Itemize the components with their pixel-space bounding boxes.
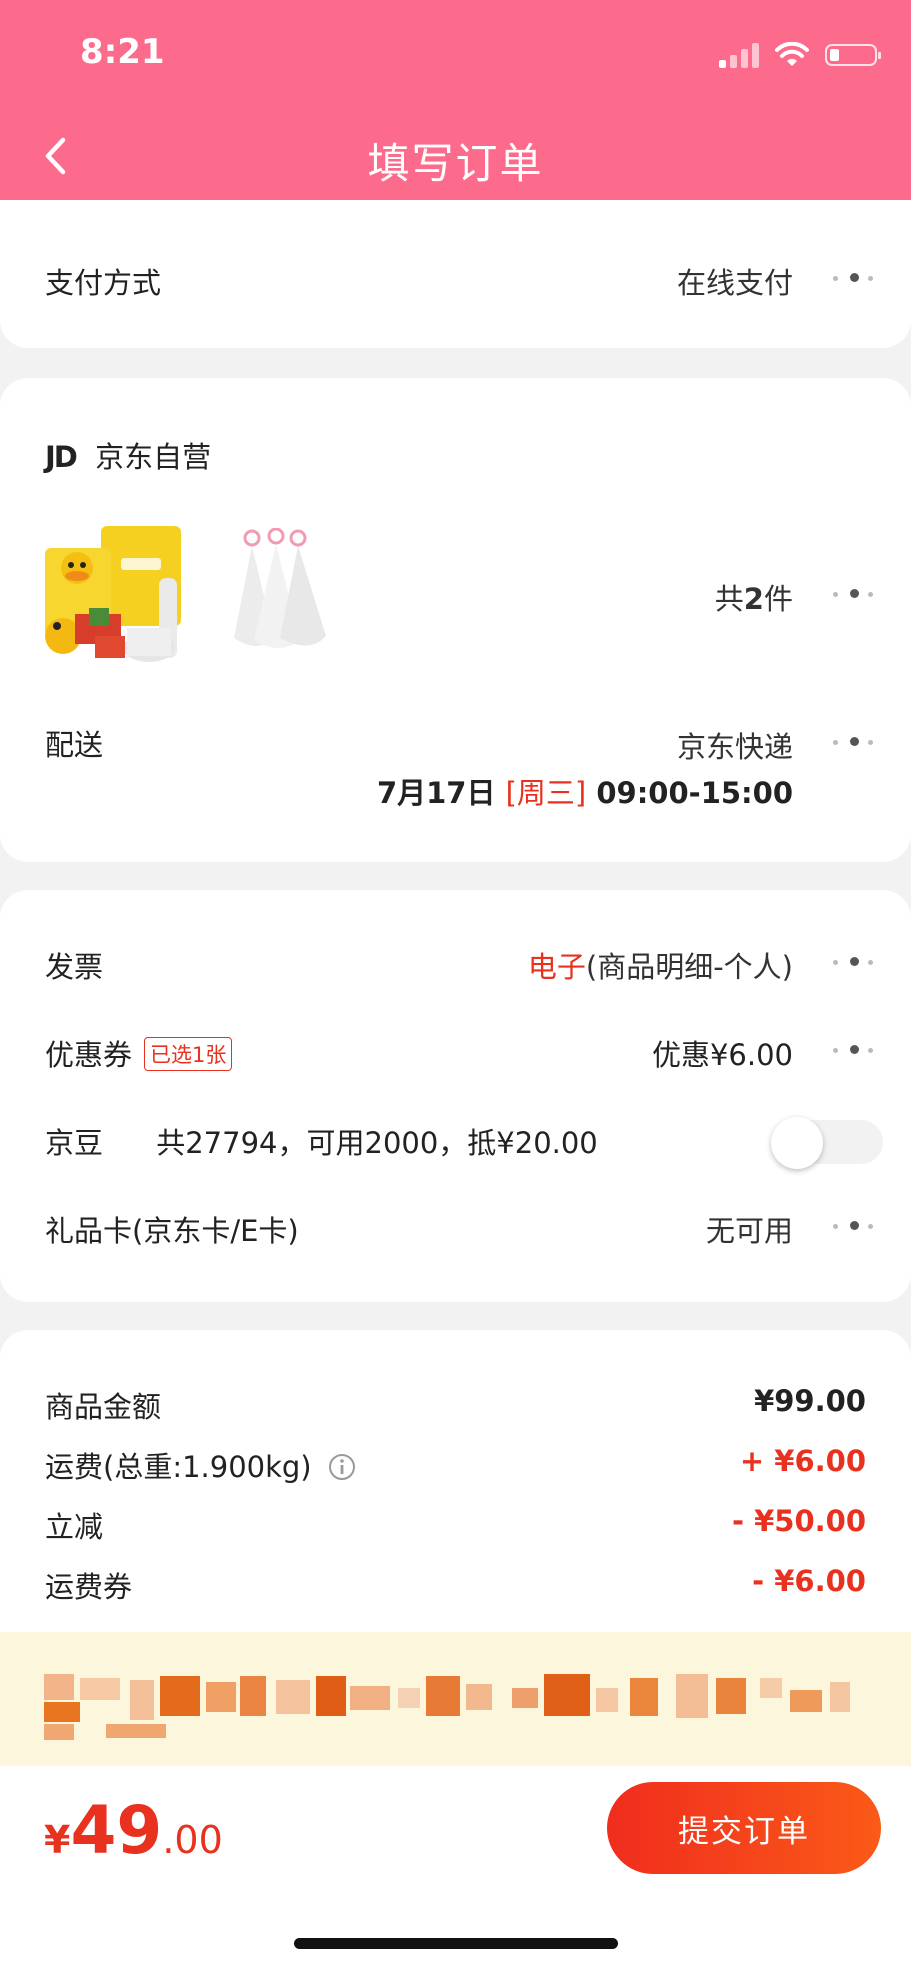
delivery-label: 配送 — [45, 728, 104, 762]
battery-icon — [825, 44, 881, 66]
coupon-value[interactable]: 优惠¥6.00 — [652, 1032, 793, 1074]
product-thumbnail-bags[interactable] — [228, 528, 338, 658]
coupon-selected-badge: 已选1张 — [144, 1037, 233, 1071]
payment-card[interactable]: 支付方式 在线支付 — [0, 200, 911, 348]
more-icon[interactable] — [833, 588, 877, 600]
gift-card-label: 礼品卡(京东卡/E卡) — [45, 1214, 299, 1248]
coupon-row-label: 优惠券 已选1张 — [45, 1032, 233, 1074]
shipping-coupon-value: - ¥6.00 — [752, 1564, 866, 1598]
goods-amount-value: ¥99.00 — [754, 1384, 866, 1418]
jd-logo: JD — [45, 440, 78, 474]
store-header: JD 京东自营 — [45, 434, 211, 476]
discount-label: 立减 — [45, 1510, 104, 1544]
gift-card-value[interactable]: 无可用 — [706, 1208, 793, 1250]
submit-order-button[interactable]: 提交订单 — [607, 1782, 881, 1874]
price-summary-card: 商品金额 ¥99.00 运费(总重:1.900kg) + ¥6.00 立减 - … — [0, 1330, 911, 1660]
status-icons — [719, 40, 881, 70]
goods-amount-label: 商品金额 — [45, 1390, 162, 1424]
jingdou-info: 共27794，可用2000，抵¥20.00 — [156, 1126, 598, 1160]
more-icon[interactable] — [833, 736, 877, 748]
home-indicator[interactable] — [294, 1938, 618, 1949]
status-time: 8:21 — [80, 32, 165, 72]
delivery-time: 7月17日 [周三] 09:00-15:00 — [376, 776, 793, 810]
payment-label: 支付方式 — [45, 266, 162, 300]
shipping-coupon-label: 运费券 — [45, 1570, 133, 1604]
payment-value: 在线支付 — [676, 266, 793, 300]
invoice-value[interactable]: 电子(商品明细-个人) — [528, 944, 793, 986]
shipping-row-label: 运费(总重:1.900kg) — [45, 1444, 357, 1486]
notice-banner — [0, 1632, 911, 1766]
signal-icon — [719, 42, 759, 68]
store-name: 京东自营 — [95, 440, 212, 474]
jingdou-row: 京豆 共27794，可用2000，抵¥20.00 — [45, 1126, 598, 1160]
shipping-value: + ¥6.00 — [739, 1444, 866, 1478]
header: 8:21 填写订单 — [0, 0, 911, 214]
more-icon[interactable] — [833, 272, 877, 284]
discount-value: - ¥50.00 — [731, 1504, 866, 1538]
invoice-label: 发票 — [45, 950, 104, 984]
more-icon[interactable] — [833, 1220, 877, 1232]
order-items-card: JD 京东自营 共2件 配送 京东快递 7月17日 [周三] 09:00-15:… — [0, 378, 911, 862]
info-icon[interactable] — [327, 1452, 357, 1482]
jingdou-toggle[interactable] — [771, 1117, 883, 1169]
product-thumbnail-duck[interactable] — [45, 518, 195, 666]
item-count[interactable]: 共2件 — [715, 576, 793, 618]
page-title: 填写订单 — [367, 139, 544, 188]
wifi-icon — [775, 42, 809, 66]
order-total: ¥49.00 — [44, 1792, 223, 1869]
more-icon[interactable] — [833, 956, 877, 968]
options-card: 发票 电子(商品明细-个人) 优惠券 已选1张 优惠¥6.00 京豆 共27794… — [0, 890, 911, 1302]
more-icon[interactable] — [833, 1044, 877, 1056]
delivery-method[interactable]: 京东快递 — [677, 724, 793, 766]
